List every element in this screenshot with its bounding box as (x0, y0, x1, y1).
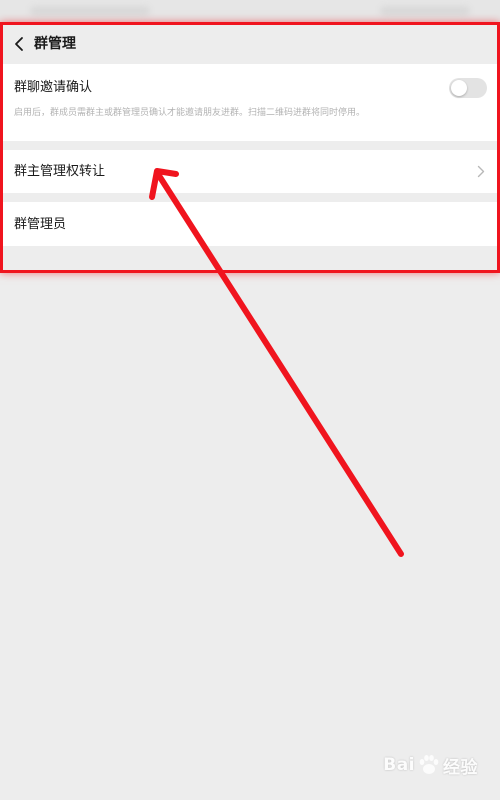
blurred-status-right (380, 6, 470, 16)
navigation-bar: 群管理 (3, 25, 497, 63)
group-admins-row[interactable]: 群管理员 (3, 202, 497, 246)
chevron-right-icon (477, 165, 485, 178)
watermark-text-right: 经验 (443, 757, 478, 778)
invite-confirm-toggle[interactable] (449, 78, 487, 98)
baidu-jingyan-watermark: Bai 经验 (383, 752, 478, 778)
paw-icon (419, 755, 439, 774)
group-admins-label: 群管理员 (14, 217, 67, 232)
page-title: 群管理 (34, 36, 76, 52)
toggle-knob (451, 80, 467, 96)
chevron-left-icon[interactable] (13, 36, 27, 52)
transfer-owner-row[interactable]: 群主管理权转让 (3, 150, 497, 193)
invite-confirm-description: 启用后，群成员需群主或群管理员确认才能邀请朋友进群。扫描二维码进群将同时停用。 (14, 108, 366, 118)
blurred-status-left (30, 6, 150, 16)
watermark-text-left: Bai (383, 755, 415, 775)
invite-confirm-row: 群聊邀请确认 启用后，群成员需群主或群管理员确认才能邀请朋友进群。扫描二维码进群… (3, 64, 497, 141)
blurred-status-area (0, 0, 500, 22)
highlight-frame: 群管理 群聊邀请确认 启用后，群成员需群主或群管理员确认才能邀请朋友进群。扫描二… (0, 22, 500, 273)
transfer-owner-label: 群主管理权转让 (14, 164, 106, 179)
invite-confirm-label: 群聊邀请确认 (14, 80, 93, 95)
